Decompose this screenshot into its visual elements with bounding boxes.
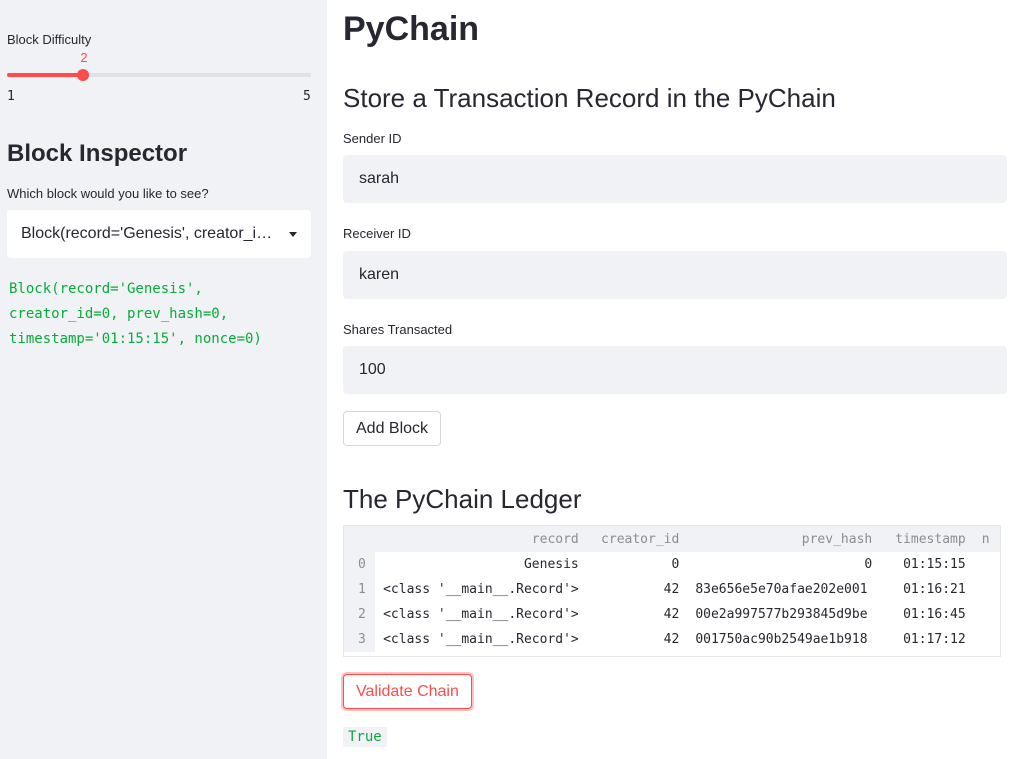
row-index: 2 [344, 602, 376, 627]
cell-prev-hash: 83e656e5e70afae202e001 [695, 582, 868, 597]
difficulty-slider-max: 5 [303, 89, 311, 104]
cell-timestamp: 01:16:21 [903, 582, 966, 597]
cell-nonce [974, 577, 1000, 602]
block-code-output: Block(record='Genesis', creator_id=0, pr… [7, 277, 307, 352]
index-header [344, 526, 376, 552]
chevron-down-icon [289, 231, 297, 237]
add-block-button[interactable]: Add Block [343, 411, 442, 446]
row-index: 0 [344, 552, 376, 577]
difficulty-slider-track[interactable] [7, 73, 311, 77]
validate-result: True [343, 727, 387, 747]
difficulty-slider-value: 2 [80, 50, 88, 65]
cell-timestamp: 01:16:45 [903, 607, 966, 622]
table-row: 3 <class '__main__.Record'> 42 001750ac9… [344, 627, 1000, 652]
shares-label: Shares Transacted [343, 322, 453, 337]
page-title: PyChain [343, 10, 480, 48]
row-index: 1 [344, 577, 376, 602]
main-content: PyChain Store a Transaction Record in th… [327, 0, 1013, 759]
cell-nonce [974, 627, 1000, 652]
table-row: 1 <class '__main__.Record'> 42 83e656e5e… [344, 577, 1000, 602]
validate-chain-button[interactable]: Validate Chain [343, 674, 472, 709]
cell-nonce [974, 552, 1000, 577]
form-heading: Store a Transaction Record in the PyChai… [343, 83, 836, 113]
block-select-label: Which block would you like to see? [7, 186, 209, 201]
code-line: timestamp='01:15:15', nonce=0) [7, 327, 264, 352]
code-line: creator_id=0, prev_hash=0, [7, 302, 231, 327]
column-header-prev-hash[interactable]: prev_hash [687, 526, 881, 552]
cell-record: <class '__main__.Record'> [383, 607, 579, 622]
difficulty-slider-label: Block Difficulty [7, 32, 92, 47]
cell-record: <class '__main__.Record'> [383, 632, 579, 647]
cell-prev-hash: 00e2a997577b293845d9be [695, 607, 868, 622]
sidebar: Block Difficulty 2 1 5 Block Inspector W… [0, 0, 327, 759]
cell-prev-hash: 0 [864, 557, 873, 572]
table-row: 0 Genesis 0 0 01:15:15 [344, 552, 1000, 577]
cell-nonce [974, 602, 1000, 627]
block-select-value: Block(record='Genesis', creator_id=0, pr… [21, 225, 276, 242]
shares-input[interactable]: 100 [343, 346, 1007, 394]
cell-creator-id: 42 [663, 607, 680, 622]
table-header-row: record creator_id prev_hash timestamp n [344, 526, 1000, 552]
cell-record: Genesis [523, 557, 579, 572]
column-header-nonce[interactable]: n [973, 526, 1000, 552]
column-header-creator-id[interactable]: creator_id [586, 526, 688, 552]
ledger-table[interactable]: record creator_id prev_hash timestamp n … [343, 525, 1001, 657]
cell-creator-id: 42 [663, 632, 680, 647]
difficulty-slider-fill [7, 73, 83, 77]
block-inspector-heading: Block Inspector [7, 140, 188, 167]
cell-prev-hash: 001750ac90b2549ae1b918 [695, 632, 868, 647]
sender-id-input[interactable]: sarah [343, 155, 1007, 203]
difficulty-slider-min: 1 [7, 89, 15, 104]
cell-creator-id: 0 [671, 557, 680, 572]
sender-id-label: Sender ID [343, 131, 402, 146]
code-line: Block(record='Genesis', [7, 277, 205, 302]
table-row: 2 <class '__main__.Record'> 42 00e2a9975… [344, 602, 1000, 627]
cell-record: <class '__main__.Record'> [383, 582, 579, 597]
cell-timestamp: 01:17:12 [903, 632, 966, 647]
column-header-record[interactable]: record [375, 526, 587, 552]
cell-creator-id: 42 [663, 582, 680, 597]
cell-timestamp: 01:15:15 [903, 557, 966, 572]
difficulty-slider-thumb[interactable] [77, 69, 89, 81]
row-index: 3 [344, 627, 376, 652]
receiver-id-input[interactable]: karen [343, 251, 1007, 299]
receiver-id-label: Receiver ID [343, 226, 411, 241]
block-select[interactable]: Block(record='Genesis', creator_id=0, pr… [7, 210, 311, 258]
ledger-heading: The PyChain Ledger [343, 484, 582, 514]
column-header-timestamp[interactable]: timestamp [880, 526, 974, 552]
